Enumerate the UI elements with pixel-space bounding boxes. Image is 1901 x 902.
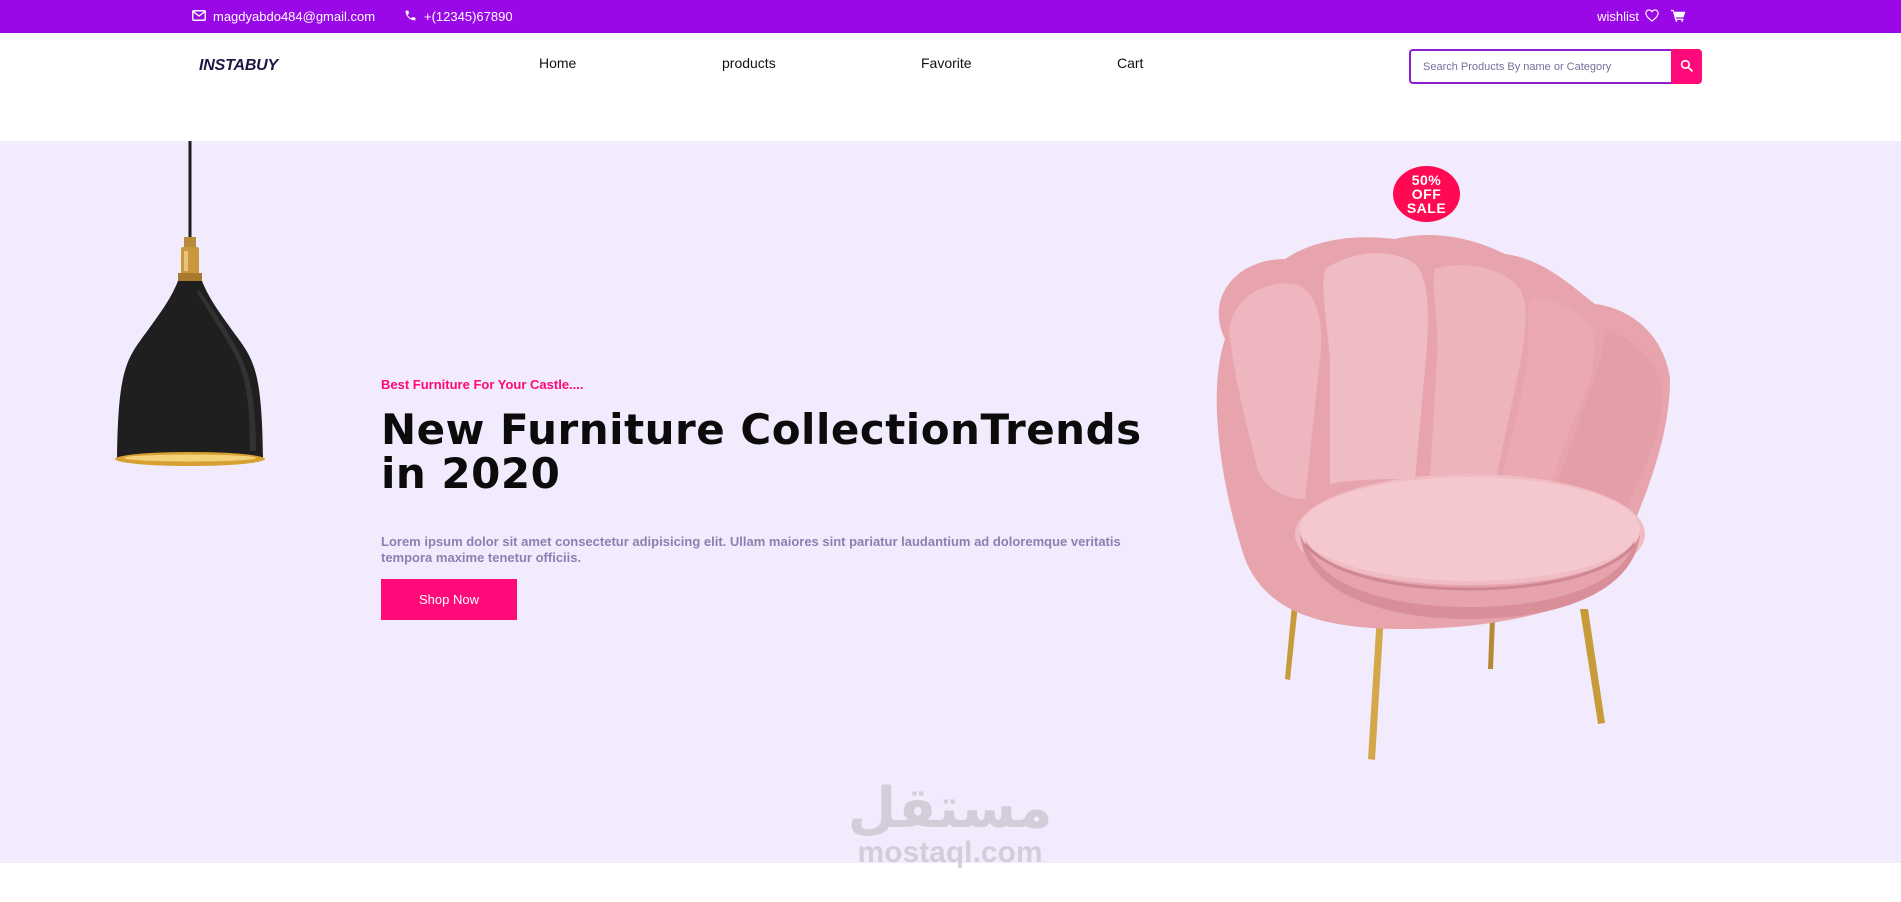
- sale-badge-sale: SALE: [1406, 200, 1447, 216]
- phone-icon: [404, 9, 417, 25]
- shop-now-button[interactable]: Shop Now: [381, 579, 517, 620]
- envelope-icon: [192, 9, 206, 24]
- hero-section: Best Furniture For Your Castle.... New F…: [0, 141, 1901, 863]
- email-text: magdyabdo484@gmail.com: [213, 9, 376, 24]
- main-navbar: INSTABUY Home products Favorite Cart: [0, 33, 1901, 141]
- sale-badge-percent: 50%: [1411, 172, 1442, 188]
- search-input[interactable]: [1409, 49, 1671, 84]
- cart-icon[interactable]: [1671, 9, 1686, 25]
- search-box: [1409, 49, 1702, 84]
- hero-description: Lorem ipsum dolor sit amet consectetur a…: [381, 534, 1121, 565]
- nav-cart[interactable]: Cart: [1117, 55, 1143, 71]
- email-contact[interactable]: magdyabdo484@gmail.com: [192, 0, 375, 33]
- pink-armchair-image: [1216, 234, 1670, 760]
- search-icon: [1680, 59, 1693, 75]
- nav-products[interactable]: products: [722, 55, 776, 71]
- hero-tagline: Best Furniture For Your Castle....: [381, 377, 584, 392]
- search-button[interactable]: [1671, 49, 1702, 84]
- hero-headline: New Furniture CollectionTrends in 2020: [381, 405, 1142, 498]
- sale-badge: 50% OFF SALE: [1393, 166, 1460, 222]
- pendant-lamp-image: [115, 141, 265, 466]
- sale-badge-off: OFF: [1411, 186, 1442, 202]
- phone-text: +(12345)67890: [424, 9, 513, 24]
- heart-icon: [1645, 8, 1659, 25]
- nav-home[interactable]: Home: [539, 55, 576, 71]
- wishlist-label: wishlist: [1597, 9, 1639, 24]
- top-contact-bar: magdyabdo484@gmail.com +(12345)67890 wis…: [0, 0, 1901, 33]
- nav-favorite[interactable]: Favorite: [921, 55, 972, 71]
- phone-contact[interactable]: +(12345)67890: [404, 0, 513, 33]
- wishlist-link[interactable]: wishlist: [1597, 8, 1659, 25]
- site-logo[interactable]: INSTABUY: [199, 57, 278, 75]
